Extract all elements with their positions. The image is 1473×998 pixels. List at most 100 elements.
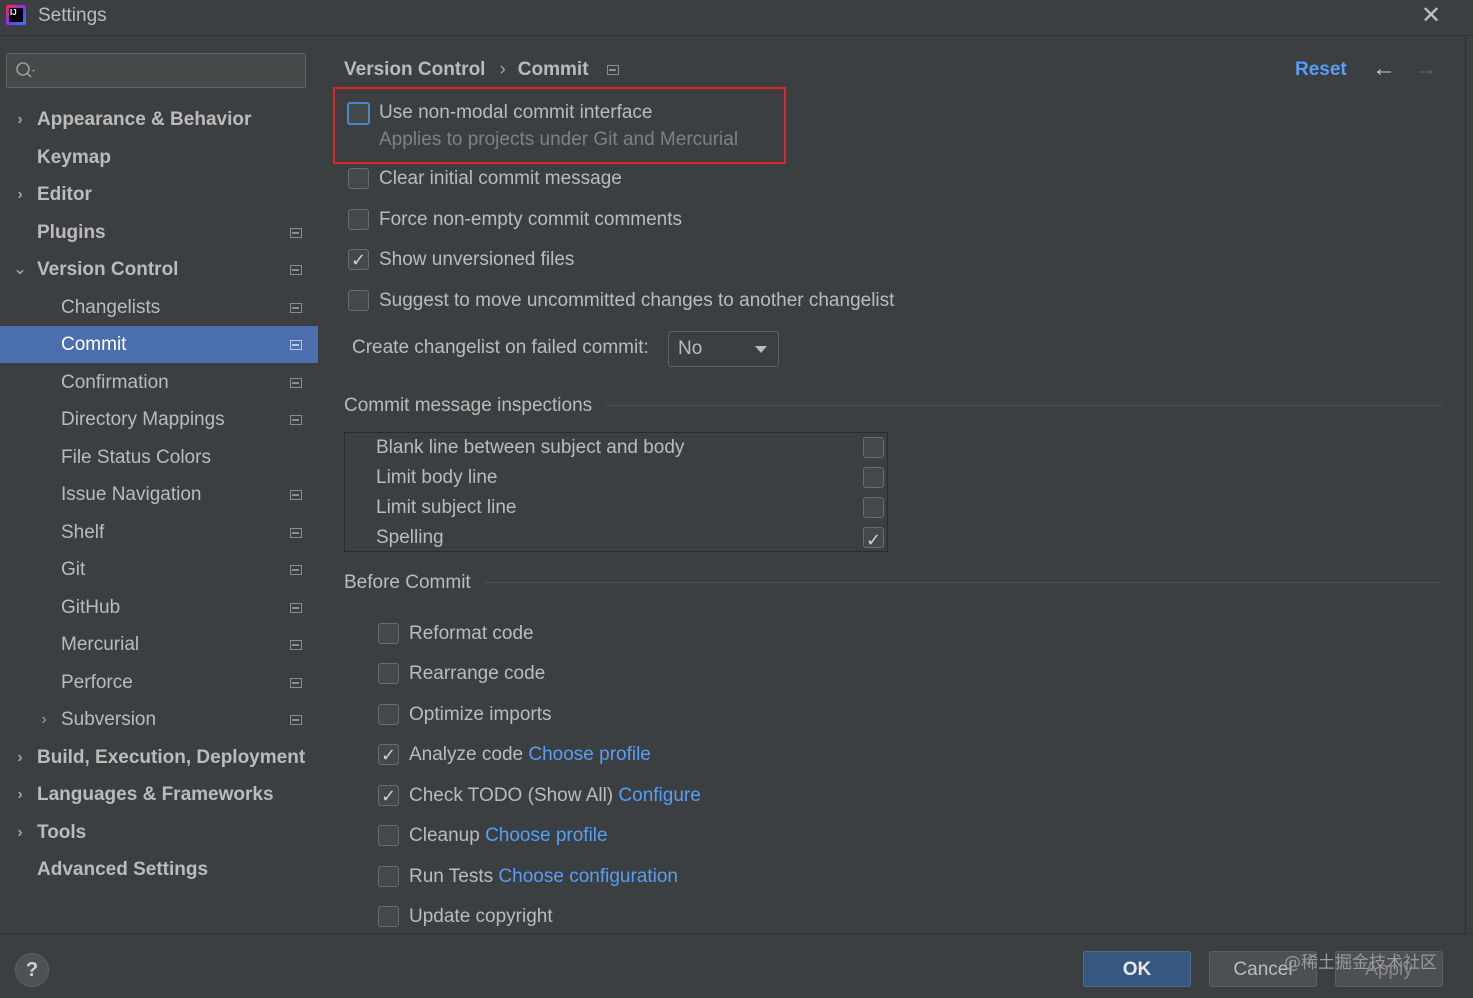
sidebar-item-build-execution-deployment[interactable]: › Build, Execution, Deployment — [0, 739, 318, 776]
choose-configuration-link[interactable]: Choose configuration — [498, 866, 678, 887]
sidebar-item-appearance-behavior[interactable]: › Appearance & Behavior — [0, 101, 318, 138]
sidebar-item-commit[interactable]: Commit — [0, 326, 318, 363]
before-commit-checkbox[interactable] — [378, 866, 399, 887]
before-commit-checkbox[interactable] — [378, 783, 399, 809]
watermark-text: @稀土掘金技术社区 — [1284, 953, 1437, 973]
force-nonempty-comments-option[interactable]: Force non-empty commit comments — [348, 207, 748, 233]
inspection-checkbox[interactable] — [863, 437, 884, 458]
nonmodal-commit-option[interactable]: Use non-modal commit interface — [347, 100, 787, 126]
sidebar-item-perforce[interactable]: Perforce — [0, 664, 318, 701]
before-commit-item[interactable]: Rearrange code — [378, 661, 878, 687]
project-level-icon — [606, 64, 619, 75]
sidebar-item-directory-mappings[interactable]: Directory Mappings — [0, 401, 318, 438]
before-commit-item[interactable]: Cleanup Choose profile — [378, 823, 878, 849]
before-commit-item[interactable]: Check TODO (Show All) Configure — [378, 783, 878, 809]
inspection-row[interactable]: Spelling — [345, 523, 887, 555]
title-bar: IJ Settings ✕ — [0, 0, 1473, 36]
breadcrumb-separator: › — [499, 59, 506, 80]
before-commit-item[interactable]: Update copyright — [378, 904, 878, 930]
project-level-icon — [290, 378, 302, 388]
settings-sidebar: › Appearance & Behavior Keymap › Editor … — [0, 37, 318, 933]
reset-link[interactable]: Reset — [1295, 59, 1347, 81]
project-level-icon — [290, 565, 302, 575]
inspection-checkbox[interactable] — [863, 467, 884, 488]
before-commit-item[interactable]: Optimize imports — [378, 702, 878, 728]
project-level-icon — [290, 490, 302, 500]
show-unversioned-files-option[interactable]: Show unversioned files — [348, 247, 748, 273]
sidebar-item-issue-navigation[interactable]: Issue Navigation — [0, 476, 318, 513]
before-commit-checkbox[interactable] — [378, 663, 399, 684]
sidebar-item-subversion[interactable]: › Subversion — [0, 701, 318, 738]
sidebar-item-editor[interactable]: › Editor — [0, 176, 318, 213]
sidebar-item-advanced-settings[interactable]: Advanced Settings — [0, 851, 318, 888]
project-level-icon — [290, 415, 302, 425]
nonmodal-commit-hint: Applies to projects under Git and Mercur… — [379, 129, 739, 150]
configure-link[interactable]: Configure — [618, 785, 700, 806]
back-arrow-icon[interactable]: ← — [1372, 55, 1396, 83]
before-commit-item[interactable]: Run Tests Choose configuration — [378, 864, 878, 890]
chevron-right-icon: › — [17, 824, 23, 841]
inspection-checkbox[interactable] — [863, 497, 884, 518]
chevron-right-icon: › — [41, 711, 47, 728]
before-commit-checkbox[interactable] — [378, 623, 399, 644]
project-level-icon — [290, 303, 302, 313]
breadcrumb: Version Control › Commit — [344, 59, 619, 81]
before-commit-checkbox[interactable] — [378, 742, 399, 768]
before-commit-checkbox[interactable] — [378, 906, 399, 927]
create-changelist-dropdown[interactable]: No — [668, 331, 779, 367]
chevron-down-icon: ⌄ — [13, 261, 27, 278]
dropdown-caret-icon — [755, 346, 767, 353]
clear-initial-message-option[interactable]: Clear initial commit message — [348, 166, 748, 192]
sidebar-item-languages-frameworks[interactable]: › Languages & Frameworks — [0, 776, 318, 813]
sidebar-item-git[interactable]: Git — [0, 551, 318, 588]
project-level-icon — [290, 640, 302, 650]
suggest-move-changes-checkbox[interactable] — [348, 290, 369, 311]
sidebar-item-confirmation[interactable]: Confirmation — [0, 364, 318, 401]
window-title: Settings — [38, 5, 107, 26]
inspections-table: Blank line between subject and body Limi… — [344, 432, 888, 555]
suggest-move-changes-option[interactable]: Suggest to move uncommitted changes to a… — [348, 288, 948, 314]
dialog-button-bar: ? OK Cancel Apply @稀土掘金技术社区 — [0, 933, 1473, 998]
close-button[interactable]: ✕ — [1418, 2, 1444, 30]
before-commit-item[interactable]: Analyze code Choose profile — [378, 742, 878, 768]
inspection-row[interactable]: Blank line between subject and body — [345, 433, 887, 463]
sidebar-item-plugins[interactable]: Plugins — [0, 214, 318, 251]
sidebar-item-tools[interactable]: › Tools — [0, 814, 318, 851]
sidebar-item-github[interactable]: GitHub — [0, 589, 318, 626]
commit-settings-panel: Version Control › Commit Reset ← → Use non… — [320, 37, 1473, 933]
breadcrumb-version-control[interactable]: Version Control — [344, 59, 485, 81]
force-nonempty-comments-checkbox[interactable] — [348, 209, 369, 230]
inspection-row[interactable]: Limit body line — [345, 463, 887, 493]
choose-profile-link[interactable]: Choose profile — [485, 825, 608, 846]
before-commit-checkbox[interactable] — [378, 704, 399, 725]
project-level-icon — [290, 340, 302, 350]
inspections-section-title: Commit message inspections — [344, 395, 593, 416]
forward-arrow-icon[interactable]: → — [1414, 55, 1438, 83]
sidebar-item-mercurial[interactable]: Mercurial — [0, 626, 318, 663]
search-icon — [16, 62, 35, 78]
show-unversioned-files-checkbox[interactable] — [348, 247, 369, 273]
chevron-right-icon: › — [17, 186, 23, 203]
project-level-icon — [290, 528, 302, 538]
project-level-icon — [290, 228, 302, 238]
nonmodal-commit-checkbox[interactable] — [347, 102, 370, 125]
sidebar-item-shelf[interactable]: Shelf — [0, 514, 318, 551]
inspection-checkbox[interactable] — [863, 525, 884, 555]
settings-search-input[interactable] — [6, 53, 306, 88]
choose-profile-link[interactable]: Choose profile — [528, 744, 651, 765]
before-commit-section-title: Before Commit — [344, 572, 471, 593]
sidebar-item-keymap[interactable]: Keymap — [0, 139, 318, 176]
clear-initial-message-checkbox[interactable] — [348, 168, 369, 189]
sidebar-item-file-status-colors[interactable]: File Status Colors — [0, 439, 318, 476]
sidebar-item-version-control[interactable]: ⌄ Version Control — [0, 251, 318, 288]
project-level-icon — [290, 603, 302, 613]
before-commit-item[interactable]: Reformat code — [378, 621, 878, 647]
create-changelist-value: No — [678, 338, 703, 359]
help-button[interactable]: ? — [15, 953, 49, 987]
chevron-right-icon: › — [17, 749, 23, 766]
ok-button[interactable]: OK — [1083, 951, 1191, 987]
sidebar-item-changelists[interactable]: Changelists — [0, 289, 318, 326]
inspection-row[interactable]: Limit subject line — [345, 493, 887, 523]
scrollbar-track[interactable] — [1465, 37, 1473, 933]
before-commit-checkbox[interactable] — [378, 825, 399, 846]
